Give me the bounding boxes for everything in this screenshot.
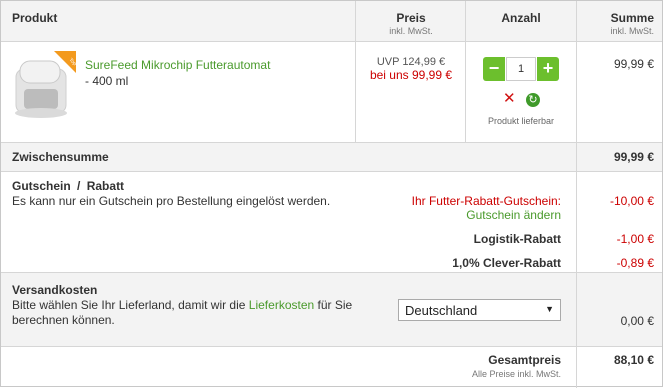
total-label: Gesamtpreis (488, 353, 561, 367)
logistics-discount-label: Logistik-Rabatt (473, 232, 561, 246)
country-selected-value: Deutschland (405, 303, 478, 318)
item-sum: 99,99 € (613, 57, 654, 71)
refresh-icon[interactable]: ↻ (526, 93, 540, 107)
shipping-title: Versandkosten (12, 283, 98, 297)
price-ours: bei uns 99,99 € (369, 68, 453, 82)
clever-discount-label: 1,0% Clever-Rabatt (452, 256, 561, 270)
logistics-discount-value: -1,00 € (616, 232, 654, 246)
product-variant: - 400 ml (85, 74, 129, 88)
quantity-decrease-button[interactable]: − (483, 57, 505, 81)
feeder-image: Top (15, 51, 78, 118)
product-name-link[interactable]: SureFeed Mikrochip Futterautomat (85, 58, 270, 72)
shipping-text: Bitte wählen Sie Ihr Lieferland, damit w… (12, 298, 353, 327)
dropdown-arrow-icon: ▼ (545, 304, 554, 314)
remove-item-icon[interactable]: ✕ (503, 91, 516, 106)
header-total-sub: inkl. MwSt. (610, 26, 654, 36)
coupon-value: -10,00 € (609, 194, 654, 208)
minus-icon: − (488, 58, 500, 78)
shipping-value: 0,00 € (620, 314, 654, 328)
subtotal-label: Zwischensumme (12, 150, 109, 164)
header-total: Summe (610, 11, 654, 25)
country-select[interactable]: Deutschland ▼ (398, 299, 561, 321)
change-coupon-link[interactable]: Gutschein ändern (301, 208, 561, 222)
total-value: 88,10 € (613, 353, 654, 367)
shipping-costs-link[interactable]: Lieferkosten (249, 298, 314, 312)
total-note: Alle Preise inkl. MwSt. (471, 369, 561, 379)
plus-icon: + (542, 58, 554, 78)
coupon-label: Ihr Futter-Rabatt-Gutschein: (411, 194, 561, 208)
quantity-increase-button[interactable]: + (537, 57, 559, 81)
header-product: Produkt (12, 11, 58, 25)
price-uvp: UVP 124,99 € (376, 56, 446, 68)
availability-status: Produkt lieferbar (487, 116, 555, 126)
voucher-note: Es kann nur ein Gutschein pro Bestellung… (12, 194, 331, 208)
voucher-title: Gutschein / Rabatt (12, 179, 125, 193)
clever-discount-value: -0,89 € (616, 256, 654, 270)
quantity-stepper: − + (483, 57, 559, 81)
shopping-cart: Produkt Preis inkl. MwSt. Anzahl Summe i… (0, 0, 663, 388)
subtotal-value: 99,99 € (613, 150, 654, 164)
quantity-input[interactable] (506, 57, 536, 81)
header-price: Preis (396, 11, 426, 25)
header-price-sub: inkl. MwSt. (389, 26, 433, 36)
product-image[interactable]: Top (10, 51, 78, 123)
header-quantity: Anzahl (501, 11, 541, 25)
